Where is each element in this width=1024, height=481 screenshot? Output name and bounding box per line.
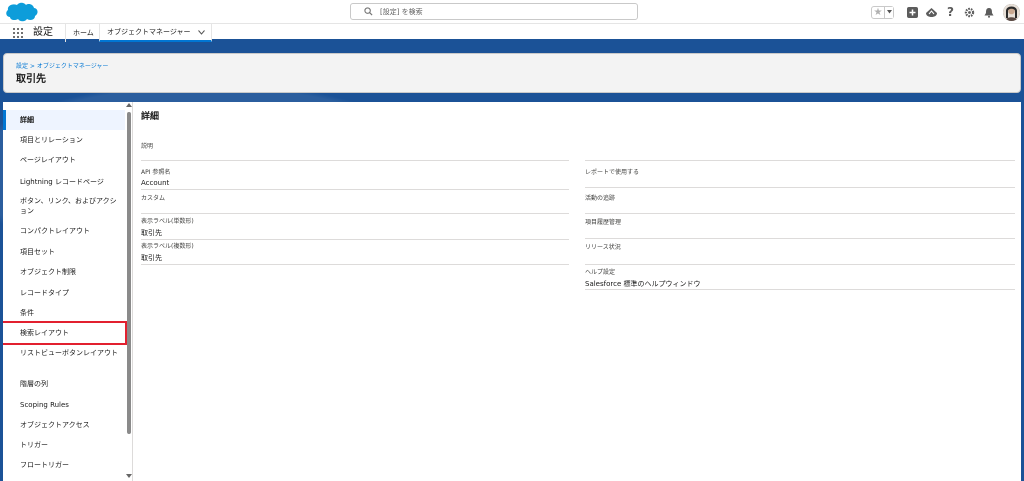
sidebar-item-compact-layouts[interactable]: コンパクトレイアウト: [3, 226, 125, 236]
chevron-down-icon[interactable]: [198, 30, 205, 35]
page-title: 取引先: [16, 74, 46, 85]
reports-label: レポートで使用する: [585, 169, 640, 176]
plural-label-label: 表示ラベル(複数形): [141, 243, 194, 250]
deploy-status-field: リリース状況: [585, 243, 1015, 265]
app-launcher-icon[interactable]: [13, 28, 23, 38]
custom-field: カスタム: [141, 194, 569, 214]
tab-object-manager-label: オブジェクトマネージャー: [107, 28, 191, 36]
sidebar-item-flow-triggers[interactable]: フロートリガー: [3, 460, 125, 470]
favorites-dropdown-icon[interactable]: [884, 6, 893, 18]
favorites-group: ★: [871, 5, 894, 19]
sidebar-item-conditions[interactable]: 条件: [3, 308, 125, 318]
scroll-thumb[interactable]: [127, 112, 131, 434]
plural-label-value: 取引先: [141, 254, 162, 262]
scroll-up-arrow-icon[interactable]: [126, 103, 132, 107]
page-header: 設定 > オブジェクトマネージャー 取引先: [3, 53, 1021, 93]
app-name: 設定: [33, 27, 53, 38]
bell-icon[interactable]: [981, 5, 996, 20]
sidebar-item-buttons-links-actions[interactable]: ボタン、リンク、およびアクション: [3, 196, 125, 216]
sidebar-item-hierarchy-columns[interactable]: 階層の列: [3, 379, 125, 389]
search-placeholder: [設定] を検索: [380, 8, 423, 16]
api-name-field: API 参照名 Account: [141, 168, 569, 190]
search-icon: [364, 7, 373, 16]
tab-home[interactable]: ホーム: [65, 24, 101, 42]
reports-field: レポートで使用する: [585, 168, 1015, 188]
history-label: 項目履歴管理: [585, 219, 622, 226]
sidebar-item-triggers[interactable]: トリガー: [3, 440, 125, 450]
app-nav-bar: 設定 ホーム オブジェクトマネージャー: [0, 24, 1024, 42]
sidebar-item-object-access[interactable]: オブジェクトアクセス: [3, 420, 125, 430]
help-settings-field: ヘルプ設定 Salesforce 標準のヘルプウィンドウ: [585, 268, 1015, 290]
help-icon[interactable]: ?: [943, 5, 958, 20]
global-header: [設定] を検索 ★ ?: [0, 0, 1024, 24]
sidebar-item-list-view-button-layout[interactable]: リストビューボタンレイアウト: [3, 348, 125, 358]
details-panel: 詳細 説明 API 参照名 Account カスタム 表示ラベル(単数形) 取引…: [133, 102, 1021, 481]
sidebar-scrollbar[interactable]: [125, 102, 132, 481]
plural-label-field: 表示ラベル(複数形) 取引先: [141, 242, 569, 265]
search-box[interactable]: [設定] を検索: [350, 3, 638, 20]
sidebar-item-page-layouts[interactable]: ページレイアウト: [3, 155, 125, 165]
sidebar-item-details[interactable]: 詳細: [3, 110, 125, 130]
add-icon[interactable]: [905, 5, 920, 20]
gear-icon[interactable]: [962, 5, 977, 20]
section-title: 詳細: [141, 112, 160, 122]
user-avatar[interactable]: [1003, 3, 1020, 21]
help-settings-label: ヘルプ設定: [585, 269, 616, 276]
trailhead-icon[interactable]: [924, 5, 939, 20]
salesforce-logo-icon[interactable]: [4, 2, 38, 22]
header-utility-icons: ★ ?: [871, 2, 1020, 22]
api-name-label: API 参照名: [141, 169, 171, 176]
star-icon[interactable]: ★: [872, 7, 884, 18]
singular-label-label: 表示ラベル(単数形): [141, 218, 194, 225]
singular-label-field: 表示ラベル(単数形) 取引先: [141, 217, 569, 240]
sidebar-item-field-sets[interactable]: 項目セット: [3, 247, 125, 257]
activities-label: 活動の追跡: [585, 195, 616, 202]
custom-label: カスタム: [141, 195, 166, 202]
sidebar-item-lightning-pages[interactable]: Lightning レコードページ: [3, 177, 125, 187]
tab-object-manager[interactable]: オブジェクトマネージャー: [99, 24, 212, 42]
right-blank-field: [585, 142, 1015, 161]
api-name-value: Account: [141, 179, 170, 187]
deploy-status-label: リリース状況: [585, 244, 621, 251]
breadcrumb[interactable]: 設定 > オブジェクトマネージャー: [16, 63, 108, 71]
sidebar-item-scoping-rules[interactable]: Scoping Rules: [3, 400, 125, 410]
history-field: 項目履歴管理: [585, 218, 1015, 239]
sidebar-item-record-types[interactable]: レコードタイプ: [3, 288, 125, 298]
sidebar-item-search-layouts[interactable]: 検索レイアウト: [3, 321, 127, 345]
activities-field: 活動の追跡: [585, 194, 1015, 214]
sidebar-item-fields[interactable]: 項目とリレーション: [3, 135, 125, 145]
description-field: 説明: [141, 142, 569, 161]
singular-label-value: 取引先: [141, 229, 162, 237]
object-sidebar: 詳細 項目とリレーション ページレイアウト Lightning レコードページ …: [3, 102, 133, 481]
sidebar-item-object-limits[interactable]: オブジェクト制限: [3, 267, 125, 277]
help-settings-value: Salesforce 標準のヘルプウィンドウ: [585, 280, 701, 288]
description-label: 説明: [141, 143, 154, 150]
scroll-down-arrow-icon[interactable]: [126, 474, 132, 478]
